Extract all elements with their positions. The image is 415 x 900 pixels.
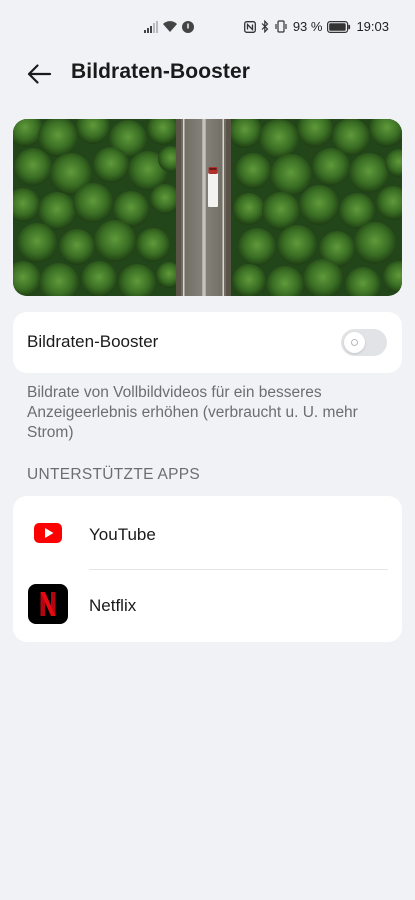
vibrate-icon bbox=[275, 20, 287, 33]
booster-description: Bildrate von Vollbildvideos für ein bess… bbox=[27, 384, 358, 441]
hero-image bbox=[13, 119, 402, 296]
status-right: 93 % 19:03 bbox=[243, 19, 389, 34]
supported-apps-header: UNTERSTÜTZTE APPS bbox=[27, 466, 201, 483]
status-bar: 93 % 19:03 bbox=[0, 0, 415, 56]
booster-toggle-label: Bildraten-Booster bbox=[27, 332, 159, 351]
bluetooth-icon bbox=[261, 20, 269, 33]
wifi-icon bbox=[163, 21, 177, 32]
app-name: Netflix bbox=[89, 596, 137, 615]
netflix-icon bbox=[28, 584, 68, 624]
toggle-knob bbox=[344, 332, 365, 353]
booster-toggle-switch[interactable] bbox=[341, 329, 387, 356]
battery-percent: 93 % bbox=[292, 19, 323, 34]
signal-icon bbox=[144, 20, 158, 33]
notification-icon bbox=[182, 20, 194, 33]
clock: 19:03 bbox=[356, 19, 389, 34]
app-row-youtube[interactable]: YouTube bbox=[13, 498, 402, 570]
battery-icon bbox=[327, 20, 351, 33]
page-title: Bildraten-Booster bbox=[71, 60, 251, 83]
back-arrow-icon bbox=[27, 64, 52, 84]
youtube-icon bbox=[34, 523, 62, 543]
app-header: Bildraten-Booster bbox=[0, 52, 415, 96]
booster-toggle-row[interactable]: Bildraten-Booster bbox=[13, 312, 402, 373]
app-name: YouTube bbox=[89, 525, 156, 544]
status-left bbox=[144, 20, 194, 33]
app-row-netflix[interactable]: Netflix bbox=[13, 569, 402, 641]
nfc-icon bbox=[243, 20, 256, 33]
supported-apps-list: YouTube Netflix bbox=[13, 496, 402, 642]
back-button[interactable] bbox=[22, 58, 56, 90]
